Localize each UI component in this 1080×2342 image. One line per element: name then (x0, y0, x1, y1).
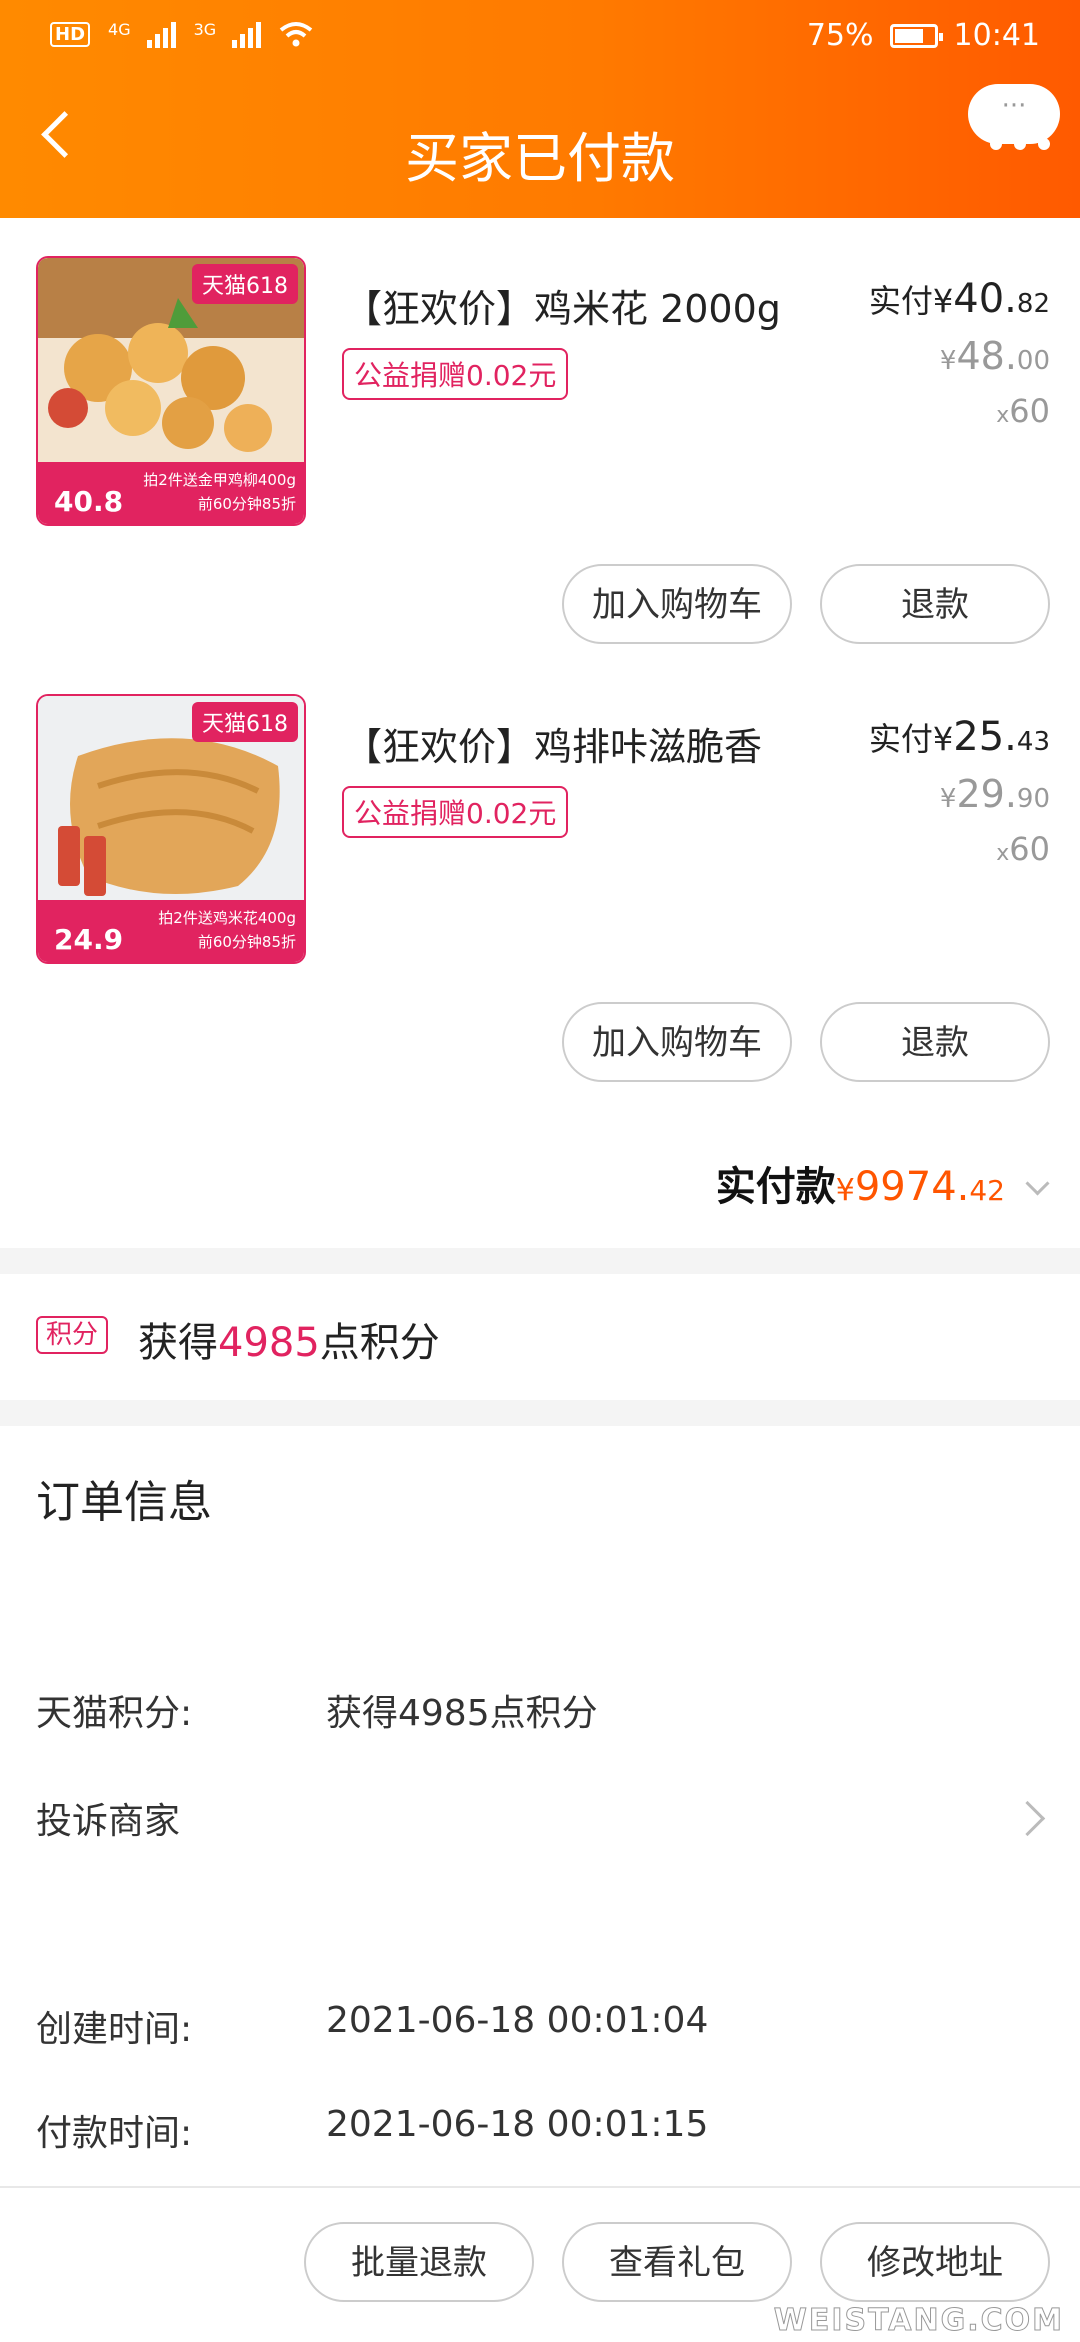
product-name[interactable]: 【狂欢价】鸡米花 2000g (344, 278, 781, 333)
batch-refund-button[interactable]: 批量退款 (304, 2222, 534, 2302)
thumb-promo-line2: 前60分钟85折 (197, 495, 296, 513)
total-decimal: 42 (969, 1174, 1005, 1207)
qty-value: 60 (1009, 830, 1050, 868)
add-to-cart-button[interactable]: 加入购物车 (562, 1002, 792, 1082)
quantity: x60 (996, 830, 1050, 868)
product-item: 天猫618 24.9 拍2件送鸡米花400g 前60分钟85折 【狂欢价】鸡排咔… (0, 694, 1080, 1134)
page-title: 买家已付款 (405, 127, 675, 190)
battery-percent: 75% (806, 18, 874, 53)
qty-value: 60 (1009, 392, 1050, 430)
refund-button[interactable]: 退款 (820, 564, 1050, 644)
points-prefix: 获得 (138, 1320, 218, 1366)
total-currency: ¥ (835, 1173, 855, 1208)
tmall-points-value: 获得4985点积分 (326, 1693, 598, 1734)
paid-int: 40. (953, 276, 1017, 322)
watermark: WEISTANG.COM (773, 2303, 1064, 2339)
network-type-2: 3G (193, 20, 217, 39)
orig-dec: 90 (1016, 784, 1050, 814)
currency: ¥ (939, 784, 957, 814)
thumb-promo-line1: 拍2件送金甲鸡柳400g (143, 471, 296, 489)
thumb-price: 40.8 (54, 485, 124, 518)
hd-indicator: HD (50, 21, 91, 47)
more-menu-button[interactable]: ··· (968, 84, 1060, 144)
paid-price: 实付¥40.82 (869, 276, 1050, 322)
network-type-1: 4G (108, 20, 131, 39)
qty-x: x (996, 841, 1010, 866)
paid-time-value: 2021-06-18 00:01:15 (326, 2104, 709, 2145)
thumb-promo: 拍2件送鸡米花400g 前60分钟85折 (158, 906, 296, 954)
order-total[interactable]: 实付款¥9974.42 (715, 1154, 1050, 1212)
original-price: ¥48.00 (940, 334, 1050, 378)
thumb-promo-line1: 拍2件送鸡米花400g (158, 909, 296, 927)
paid-dec: 43 (1016, 727, 1050, 757)
orig-int: 48. (956, 334, 1017, 378)
product-name[interactable]: 【狂欢价】鸡排咔滋脆香 (344, 716, 762, 771)
paid-label: 实付 (868, 720, 933, 758)
status-bar: HD 4G 3G 75% 10:41 (0, 0, 1080, 70)
product-thumbnail[interactable]: 天猫618 40.8 拍2件送金甲鸡柳400g 前60分钟85折 (36, 256, 306, 526)
clock: 10:41 (953, 18, 1040, 53)
tmall-618-badge: 天猫618 (192, 702, 298, 742)
currency: ¥ (932, 282, 954, 320)
complain-merchant-link[interactable]: 投诉商家 (36, 1792, 180, 1844)
signal-icon (146, 20, 176, 48)
currency: ¥ (939, 346, 957, 376)
chevron-down-icon (1025, 1171, 1050, 1196)
refund-button[interactable]: 退款 (820, 1002, 1050, 1082)
change-address-button[interactable]: 修改地址 (820, 2222, 1050, 2302)
thumb-promo-line2: 前60分钟85折 (197, 933, 296, 951)
order-info-title: 订单信息 (36, 1477, 212, 1528)
currency: ¥ (932, 720, 954, 758)
total-label: 实付款 (715, 1164, 836, 1210)
chevron-right-icon[interactable] (1009, 1800, 1046, 1837)
orig-dec: 00 (1016, 346, 1050, 376)
wifi-icon (279, 22, 313, 47)
more-dots-icon[interactable] (990, 138, 1050, 150)
created-time-value: 2021-06-18 00:01:04 (326, 2000, 709, 2041)
product-thumbnail[interactable]: 天猫618 24.9 拍2件送鸡米花400g 前60分钟85折 (36, 694, 306, 964)
paid-price: 实付¥25.43 (869, 714, 1050, 760)
promo-band: 40.8 拍2件送金甲鸡柳400g 前60分钟85折 (38, 462, 304, 524)
tmall-618-badge: 天猫618 (192, 264, 298, 304)
points-row: 积分 获得4985点积分 (0, 1274, 1080, 1400)
promo-band: 24.9 拍2件送鸡米花400g 前60分钟85折 (38, 900, 304, 962)
points-text: 获得4985点积分 (138, 1310, 440, 1368)
signal-icon-2 (232, 20, 262, 48)
created-time-label: 创建时间: (36, 2009, 193, 2050)
qty-x: x (996, 403, 1010, 428)
total-amount: 9974. (854, 1164, 970, 1210)
charity-badge: 公益捐赠0.02元 (342, 786, 569, 838)
tmall-points-label: 天猫积分: (36, 1693, 193, 1734)
paid-int: 25. (953, 714, 1017, 760)
header-bar: HD 4G 3G 75% 10:41 买家已付款 ··· (0, 0, 1080, 218)
paid-dec: 82 (1016, 289, 1050, 319)
bottom-action-bar: 批量退款 查看礼包 修改地址 WEISTANG.COM (0, 2186, 1080, 2342)
orig-int: 29. (956, 772, 1017, 816)
add-to-cart-button[interactable]: 加入购物车 (562, 564, 792, 644)
thumb-promo: 拍2件送金甲鸡柳400g 前60分钟85折 (143, 468, 296, 516)
paid-time-label: 付款时间: (36, 2113, 193, 2154)
charity-badge: 公益捐赠0.02元 (342, 348, 569, 400)
points-suffix: 点积分 (319, 1320, 440, 1366)
points-number: 4985 (218, 1320, 320, 1366)
order-items-card: 天猫618 40.8 拍2件送金甲鸡柳400g 前60分钟85折 【狂欢价】鸡米… (0, 218, 1080, 1248)
original-price: ¥29.90 (940, 772, 1050, 816)
thumb-price: 24.9 (54, 923, 124, 956)
quantity: x60 (996, 392, 1050, 430)
order-info-card: 订单信息 天猫积分: 获得4985点积分 投诉商家 创建时间: 2021-06-… (0, 1426, 1080, 2186)
battery-icon (889, 23, 943, 48)
view-gift-button[interactable]: 查看礼包 (562, 2222, 792, 2302)
paid-label: 实付 (868, 282, 933, 320)
product-item: 天猫618 40.8 拍2件送金甲鸡柳400g 前60分钟85折 【狂欢价】鸡米… (0, 256, 1080, 696)
points-badge: 积分 (36, 1316, 109, 1354)
